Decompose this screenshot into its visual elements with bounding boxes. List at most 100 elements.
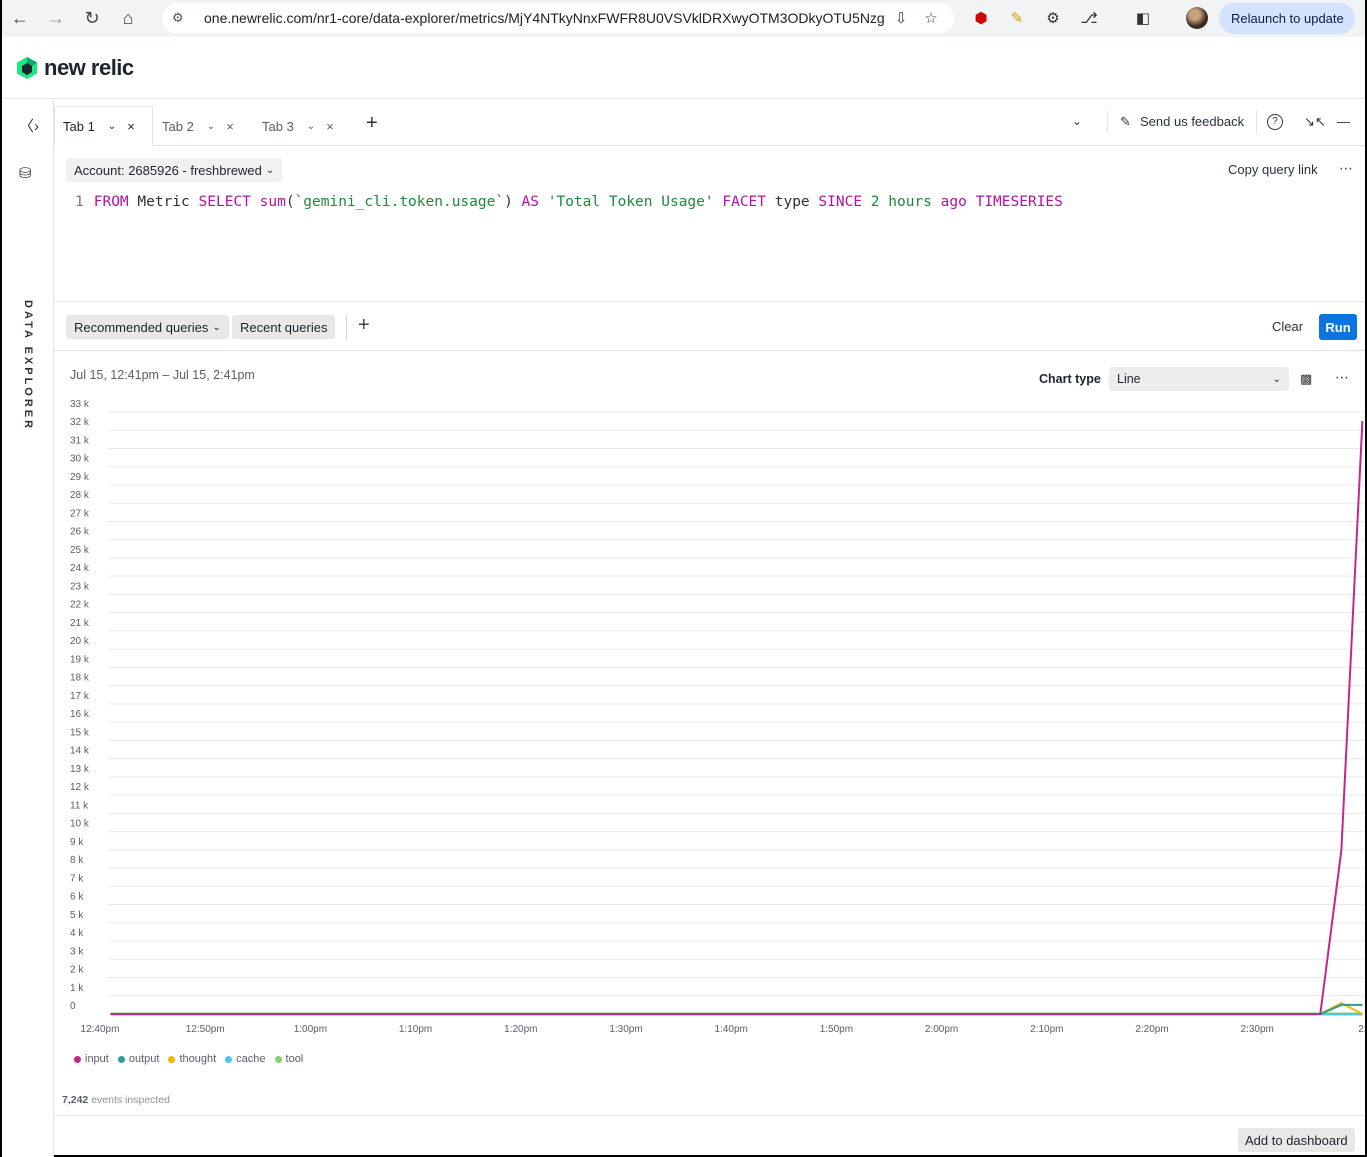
- x-tick-label: 2:30pm: [1241, 1024, 1274, 1035]
- tab-1[interactable]: Tab 1 ⌄ ×: [54, 106, 153, 146]
- back-icon[interactable]: ←: [2, 1, 38, 37]
- address-bar[interactable]: ⚙ one.newrelic.com/nr1-core/data-explore…: [162, 3, 954, 33]
- legend-item-input[interactable]: input: [74, 1053, 109, 1065]
- tab-label[interactable]: Tab 1: [55, 119, 103, 134]
- x-tick-label: 1:40pm: [715, 1024, 748, 1035]
- chevron-down-icon[interactable]: ⌄: [302, 121, 320, 132]
- recent-queries-button[interactable]: Recent queries: [232, 315, 336, 339]
- y-tick-label: 24 k: [70, 563, 90, 574]
- tab-3[interactable]: Tab 3 ⌄ ×: [254, 106, 352, 146]
- legend-item-cache[interactable]: cache: [225, 1053, 266, 1065]
- chevron-down-icon[interactable]: ⌄: [212, 322, 220, 333]
- y-tick-label: 5 k: [70, 910, 84, 921]
- number-literal: 2: [870, 194, 880, 210]
- legend-item-tool[interactable]: tool: [274, 1053, 304, 1065]
- legend-item-thought[interactable]: thought: [168, 1053, 216, 1065]
- y-tick-label: 23 k: [70, 581, 90, 592]
- events-label: events inspected: [91, 1094, 171, 1106]
- date-range: Jul 15, 12:41pm – Jul 15, 2:41pm: [70, 368, 255, 382]
- close-icon[interactable]: ×: [121, 119, 141, 134]
- line-number: 1: [75, 194, 84, 210]
- add-to-dashboard-button[interactable]: Add to dashboard: [1238, 1128, 1355, 1152]
- kw-select: SELECT: [198, 194, 251, 210]
- series-line-thought[interactable]: [110, 1001, 1363, 1015]
- install-icon[interactable]: ⇩: [886, 9, 916, 27]
- feedback-icon[interactable]: ✎: [1120, 114, 1131, 130]
- nrql-editor[interactable]: 1 FROM Metric SELECT sum(`gemini_cli.toke…: [75, 194, 1063, 210]
- chevron-down-icon[interactable]: ⌄: [202, 121, 220, 132]
- tab-search-icon[interactable]: ◧: [1130, 5, 1156, 31]
- account-label[interactable]: Account: 2685926 - freshbrewed: [74, 163, 262, 178]
- recommended-queries-label[interactable]: Recommended queries: [74, 320, 208, 335]
- legend-label: thought: [179, 1053, 217, 1065]
- feedback-button[interactable]: Send us feedback: [1140, 114, 1244, 129]
- reload-icon[interactable]: ↻: [74, 1, 110, 37]
- minimize-arrows-icon[interactable]: ↘↖: [1304, 114, 1326, 130]
- relaunch-button[interactable]: Relaunch to update: [1219, 3, 1355, 34]
- series-line-input[interactable]: [110, 421, 1364, 1015]
- y-tick-label: 15 k: [70, 727, 90, 738]
- add-tab-icon[interactable]: +: [366, 112, 378, 135]
- extensions-puzzle-icon[interactable]: ⎇: [1076, 5, 1102, 31]
- help-icon[interactable]: ?: [1267, 114, 1283, 130]
- add-query-icon[interactable]: +: [358, 314, 370, 337]
- copy-query-link-button[interactable]: Copy query link: [1228, 162, 1318, 177]
- y-tick-label: 18 k: [70, 673, 90, 684]
- tab-2[interactable]: Tab 2 ⌄ ×: [154, 106, 252, 146]
- chevron-down-icon[interactable]: ⌄: [103, 121, 121, 132]
- home-icon[interactable]: ⌂: [110, 1, 146, 37]
- logo-text[interactable]: new relic: [44, 55, 134, 81]
- y-tick-label: 20 k: [70, 636, 90, 647]
- chevron-down-icon[interactable]: ⌄: [1273, 374, 1281, 385]
- metric-name: `gemini_cli.token.usage`: [294, 194, 505, 210]
- tab-label[interactable]: Tab 3: [254, 119, 302, 134]
- y-tick-label: 11 k: [70, 800, 89, 811]
- recommended-queries-button[interactable]: Recommended queries ⌄: [66, 315, 229, 339]
- x-tick-label: 1:00pm: [294, 1024, 327, 1035]
- terminal-icon[interactable]: 〈›: [19, 115, 39, 136]
- legend-label: tool: [285, 1053, 304, 1065]
- close-icon[interactable]: ×: [220, 119, 240, 134]
- forward-icon[interactable]: →: [38, 1, 74, 37]
- adblock-extension-icon[interactable]: ⬢: [968, 5, 994, 31]
- avatar[interactable]: [1186, 7, 1208, 29]
- y-tick-label: 3 k: [70, 946, 84, 957]
- alias-string: 'Total Token Usage': [547, 194, 714, 210]
- tabs-dropdown-icon[interactable]: ⌄: [1072, 114, 1082, 128]
- chart-type-value[interactable]: Line: [1117, 372, 1141, 386]
- y-tick-label: 7 k: [70, 873, 84, 884]
- clear-button[interactable]: Clear: [1272, 319, 1303, 334]
- x-tick-label: 2:: [1358, 1024, 1365, 1035]
- tab-label[interactable]: Tab 2: [154, 119, 202, 134]
- kw-as: AS: [521, 194, 540, 210]
- settings-extension-icon[interactable]: ⚙: [1040, 5, 1066, 31]
- y-tick-label: 33 k: [70, 400, 90, 410]
- chevron-down-icon[interactable]: ⌄: [266, 165, 274, 176]
- y-tick-label: 9 k: [70, 837, 84, 848]
- bookmark-star-icon[interactable]: ☆: [916, 9, 946, 27]
- color-extension-icon[interactable]: ✎: [1004, 5, 1030, 31]
- database-icon[interactable]: ⛁: [19, 164, 32, 182]
- chart-more-options-icon[interactable]: ⋯: [1335, 369, 1350, 386]
- new-relic-logo-icon[interactable]: [16, 56, 38, 80]
- chart-type-select[interactable]: Line ⌄: [1109, 367, 1289, 391]
- legend-label: output: [128, 1053, 160, 1065]
- close-icon[interactable]: ×: [320, 119, 340, 134]
- legend-item-output[interactable]: output: [117, 1053, 160, 1065]
- more-options-icon[interactable]: ⋯: [1339, 160, 1354, 177]
- y-tick-label: 10 k: [70, 819, 90, 830]
- collapse-icon[interactable]: —: [1337, 114, 1350, 129]
- site-info-icon[interactable]: ⚙: [172, 10, 192, 26]
- y-tick-label: 32 k: [70, 417, 90, 428]
- account-selector[interactable]: Account: 2685926 - freshbrewed ⌄: [66, 158, 283, 182]
- run-button[interactable]: Run: [1319, 314, 1357, 340]
- divider: [54, 1115, 1365, 1116]
- chart-settings-icon[interactable]: ▩: [1300, 371, 1312, 387]
- url-text[interactable]: one.newrelic.com/nr1-core/data-explorer/…: [204, 10, 886, 26]
- y-tick-label: 29 k: [70, 472, 90, 483]
